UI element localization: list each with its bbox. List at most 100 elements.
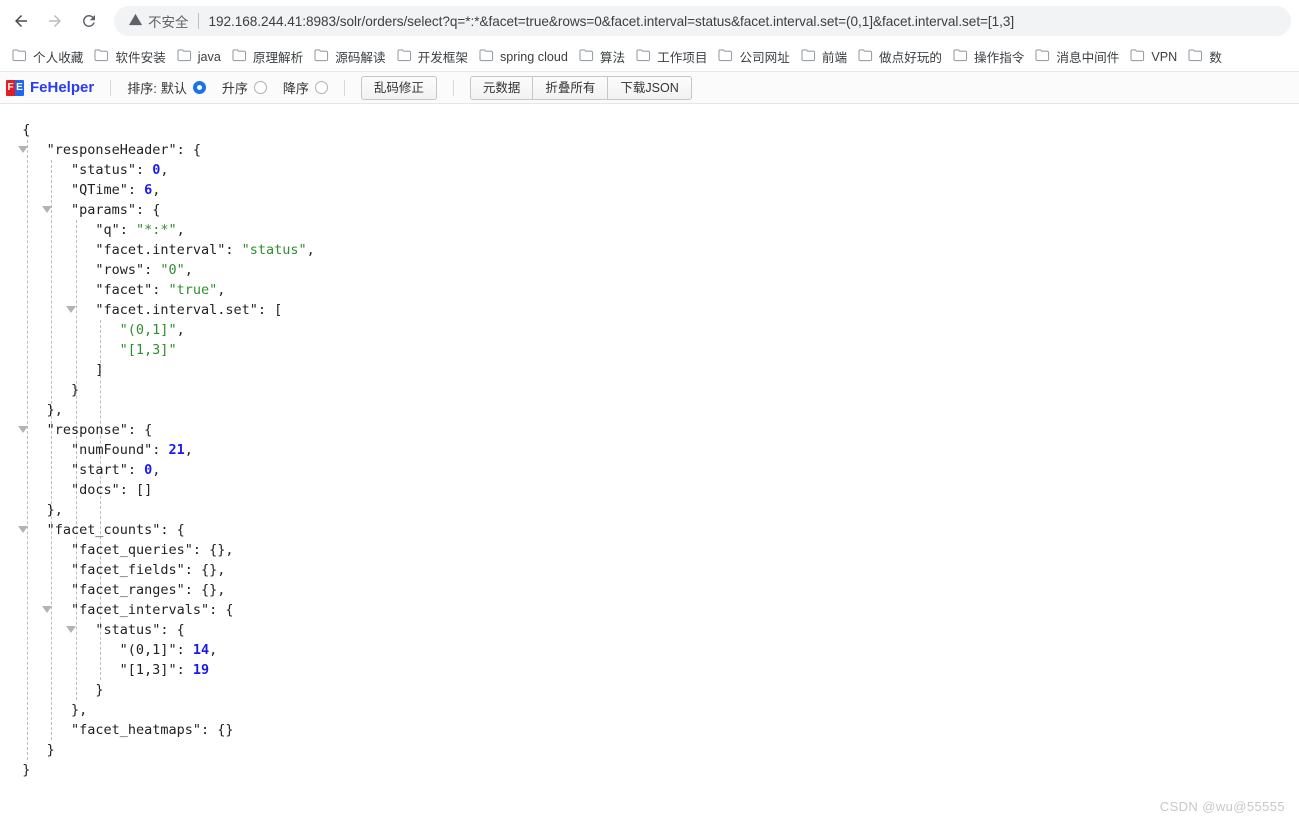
folder-icon	[636, 48, 651, 65]
toolbar-separator-3	[452, 79, 454, 96]
json-line: "params": {	[6, 200, 1299, 220]
json-punct: ,	[176, 322, 185, 338]
json-line-content: "facet_intervals": {	[6, 600, 234, 620]
radio-default-icon[interactable]	[192, 81, 206, 94]
forward-button[interactable]	[40, 6, 70, 36]
omnibox-divider	[197, 13, 199, 29]
bookmark-item[interactable]: VPN	[1126, 47, 1184, 67]
json-punct: ,	[152, 462, 161, 478]
back-button[interactable]	[6, 6, 36, 36]
json-line-content: },	[6, 400, 63, 420]
json-line-content: {	[6, 120, 30, 140]
collapse-triangle-icon[interactable]	[42, 606, 53, 613]
bookmark-item[interactable]: 算法	[575, 45, 632, 68]
json-punct: ,	[184, 442, 193, 458]
fix-encoding-button[interactable]: 乱码修正	[360, 75, 437, 100]
bookmark-item[interactable]: 消息中间件	[1031, 45, 1126, 68]
collapse-triangle-icon[interactable]	[17, 526, 28, 533]
json-line-content: "status": 0,	[6, 160, 169, 180]
json-line-content: },	[6, 500, 63, 520]
fehelper-logo-text: FeHelper	[30, 79, 95, 96]
collapse-triangle-icon[interactable]	[66, 306, 77, 313]
json-line: "(0,1]",	[6, 320, 1299, 340]
fehelper-logo-f: F	[6, 79, 15, 96]
json-punct: : {	[127, 422, 153, 438]
json-line-content: "start": 0,	[6, 460, 160, 480]
json-punct: :	[119, 222, 136, 238]
collapse-triangle-icon[interactable]	[42, 206, 53, 213]
folder-icon	[718, 48, 733, 65]
security-status[interactable]: 不安全	[128, 11, 189, 31]
json-punct: {	[22, 122, 31, 138]
json-punct: ,	[306, 242, 315, 258]
json-line: "facet_fields": {},	[6, 560, 1299, 580]
bookmark-label: 开发框架	[417, 51, 468, 65]
json-punct: :	[176, 662, 193, 678]
json-line-content: "rows": "0",	[6, 260, 193, 280]
json-punct: ,	[184, 262, 193, 278]
json-key: "facet_counts"	[46, 522, 161, 538]
collapse-triangle-icon[interactable]	[17, 426, 28, 433]
bookmark-item[interactable]: 原理解析	[228, 45, 310, 68]
json-line-content: "facet.interval.set": [	[6, 300, 282, 320]
bookmark-item[interactable]: java	[173, 47, 228, 67]
reload-button[interactable]	[74, 6, 104, 36]
json-key: "facet_heatmaps"	[70, 722, 201, 738]
json-line: }	[6, 760, 1299, 780]
address-bar[interactable]: 不安全 192.168.244.41:8983/solr/orders/sele…	[114, 6, 1291, 36]
json-viewer: {"responseHeader": {"status": 0, "QTime":…	[0, 104, 1299, 804]
sort-option-asc[interactable]: 升序	[222, 78, 267, 97]
json-punct: : {	[209, 602, 234, 618]
bookmark-item[interactable]: spring cloud	[475, 47, 575, 67]
json-punct: :	[225, 242, 242, 258]
json-key: "facet_intervals"	[70, 602, 210, 618]
bookmark-item[interactable]: 公司网址	[714, 45, 796, 68]
folder-icon	[12, 48, 27, 65]
json-line-content: "facet": "true",	[6, 280, 225, 300]
json-punct: : {}	[201, 722, 234, 738]
json-number: 19	[192, 662, 210, 678]
bookmark-label: 数	[1209, 51, 1222, 65]
bookmark-item[interactable]: 个人收藏	[8, 45, 90, 68]
json-punct: }	[70, 382, 80, 398]
json-key: "facet"	[95, 282, 153, 298]
json-punct: ,	[209, 642, 218, 658]
json-line: "status": {	[6, 620, 1299, 640]
collapse-all-button[interactable]: 折叠所有	[532, 75, 608, 100]
json-line: "facet": "true",	[6, 280, 1299, 300]
download-json-button[interactable]: 下载JSON	[607, 75, 692, 100]
bookmark-item[interactable]: 操作指令	[949, 45, 1031, 68]
bookmark-label: VPN	[1151, 49, 1178, 64]
json-line: },	[6, 700, 1299, 720]
json-punct: : {},	[184, 562, 226, 578]
json-key: "docs"	[70, 482, 120, 498]
bookmark-item[interactable]: 源码解读	[310, 45, 392, 68]
folder-icon	[1188, 48, 1203, 65]
json-string: "0"	[160, 262, 185, 278]
radio-asc-icon[interactable]	[253, 81, 267, 94]
bookmark-item[interactable]: 前端	[797, 45, 854, 68]
json-punct: :	[152, 442, 169, 458]
sort-option-desc[interactable]: 降序	[283, 78, 328, 97]
sort-option-default[interactable]: 默认	[161, 78, 206, 97]
bookmarks-bar: 个人收藏 软件安装 java 原理解析 源码解读 开发框架 spring cloud 算法 工作…	[0, 42, 1299, 72]
json-line: }	[6, 380, 1299, 400]
bookmark-item[interactable]: 做点好玩的	[854, 45, 949, 68]
json-punct: :	[135, 162, 153, 178]
radio-desc-icon[interactable]	[314, 81, 328, 94]
json-number: 14	[192, 642, 210, 658]
json-line: "facet_queries": {},	[6, 540, 1299, 560]
sort-option-desc-label: 降序	[282, 81, 309, 96]
bookmark-item[interactable]: 软件安装	[90, 45, 172, 68]
metadata-button[interactable]: 元数据	[469, 75, 533, 100]
json-punct: }	[22, 762, 31, 778]
json-line-content: "facet_ranges": {},	[6, 580, 225, 600]
json-line: "[1,3]"	[6, 340, 1299, 360]
bookmark-item[interactable]: 开发框架	[393, 45, 475, 68]
json-line-content: "(0,1]": 14,	[6, 640, 218, 660]
collapse-triangle-icon[interactable]	[66, 626, 77, 633]
bookmark-item[interactable]: 数	[1184, 45, 1229, 68]
json-punct: : [	[257, 302, 283, 318]
bookmark-item[interactable]: 工作项目	[632, 45, 714, 68]
collapse-triangle-icon[interactable]	[17, 146, 28, 153]
